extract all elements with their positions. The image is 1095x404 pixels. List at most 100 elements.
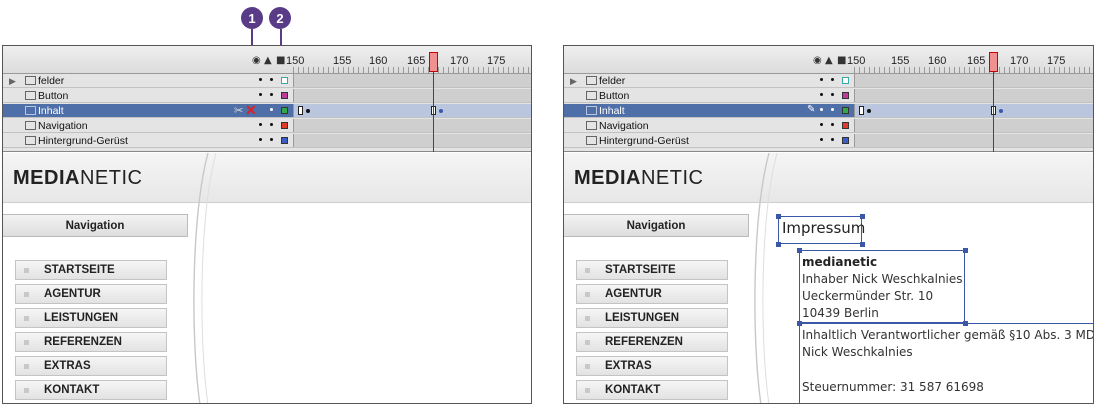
nav-item-leistungen[interactable]: LEISTUNGEN bbox=[15, 308, 167, 328]
visible-dot[interactable] bbox=[820, 93, 823, 96]
layer-row-felder[interactable]: ▶ felder bbox=[3, 74, 531, 88]
lock-dot[interactable] bbox=[270, 93, 273, 96]
lock-dot[interactable] bbox=[831, 108, 834, 111]
layer-row-hintergrund[interactable]: Hintergrund-Gerüst bbox=[564, 134, 1093, 148]
layer-frames[interactable] bbox=[854, 74, 1093, 87]
lock-dot[interactable] bbox=[270, 108, 273, 111]
layer-row-inhalt[interactable]: Inhalt ✂ ✕ bbox=[3, 102, 531, 119]
visible-dot[interactable] bbox=[820, 78, 823, 81]
outline-icon[interactable]: ■ bbox=[276, 55, 285, 66]
layer-color-swatch[interactable] bbox=[842, 122, 849, 129]
layer-color-swatch[interactable] bbox=[281, 122, 288, 129]
resize-handle[interactable] bbox=[797, 248, 802, 253]
layer-row-inhalt[interactable]: Inhalt ✎ bbox=[564, 104, 1093, 118]
visible-dot[interactable] bbox=[259, 138, 262, 141]
eye-icon[interactable]: ◉ bbox=[252, 55, 261, 66]
layer-frames[interactable] bbox=[293, 74, 531, 87]
keyframe-dot[interactable] bbox=[306, 109, 310, 113]
layer-color-swatch[interactable] bbox=[842, 107, 849, 114]
layer-color-swatch[interactable] bbox=[842, 137, 849, 144]
playhead[interactable] bbox=[989, 52, 998, 72]
lock-dot[interactable] bbox=[270, 138, 273, 141]
nav-item-referenzen[interactable]: REFERENZEN bbox=[15, 332, 167, 352]
eye-icon[interactable]: ◉ bbox=[813, 55, 822, 66]
layer-frames[interactable] bbox=[854, 119, 1093, 132]
nav-item-extras[interactable]: EXTRAS bbox=[15, 356, 167, 376]
nav-item-startseite[interactable]: STARTSEITE bbox=[15, 260, 167, 280]
visible-dot[interactable] bbox=[259, 123, 262, 126]
bullet-icon bbox=[585, 268, 590, 273]
layer-row-navigation[interactable]: Navigation bbox=[564, 119, 1093, 133]
hidden-icon[interactable]: ✂ bbox=[234, 104, 243, 117]
nav-item-extras[interactable]: EXTRAS bbox=[576, 356, 728, 376]
impressum-heading[interactable]: Impressum bbox=[782, 220, 865, 237]
layer-frames[interactable] bbox=[854, 104, 1093, 117]
nav-item-agentur[interactable]: AGENTUR bbox=[15, 284, 167, 304]
nav-item-kontakt[interactable]: KONTAKT bbox=[576, 380, 728, 400]
frame-ruler[interactable] bbox=[854, 67, 1090, 73]
layer-name: Navigation bbox=[586, 120, 649, 132]
site-logo[interactable]: MEDIANETIC bbox=[574, 167, 703, 190]
layer-frames[interactable] bbox=[293, 119, 531, 132]
playhead[interactable] bbox=[429, 52, 438, 72]
lock-icon[interactable]: ▲ bbox=[825, 55, 833, 66]
layer-color-swatch[interactable] bbox=[281, 92, 288, 99]
lock-dot[interactable] bbox=[270, 78, 273, 81]
nav-heading: Navigation bbox=[564, 214, 749, 237]
layer-frames[interactable] bbox=[293, 104, 531, 117]
nav-item-kontakt[interactable]: KONTAKT bbox=[15, 380, 167, 400]
layer-row-button[interactable]: Button bbox=[3, 89, 531, 103]
nav-item-leistungen[interactable]: LEISTUNGEN bbox=[576, 308, 728, 328]
frame-ruler[interactable] bbox=[293, 67, 529, 73]
ruler-label: 170 bbox=[450, 55, 469, 67]
expand-icon[interactable]: ▶ bbox=[9, 76, 16, 87]
layer-color-swatch[interactable] bbox=[281, 77, 288, 84]
keyframe[interactable] bbox=[298, 106, 303, 115]
callout-2: 2 bbox=[269, 7, 291, 29]
layer-color-swatch[interactable] bbox=[842, 92, 849, 99]
pencil-icon[interactable]: ✎ bbox=[807, 104, 815, 115]
outline-icon[interactable]: ■ bbox=[837, 55, 846, 66]
lock-dot[interactable] bbox=[831, 78, 834, 81]
visible-dot[interactable] bbox=[259, 78, 262, 81]
lock-dot[interactable] bbox=[831, 123, 834, 126]
lock-icon[interactable]: ▲ bbox=[264, 55, 272, 66]
keyframe-dot[interactable] bbox=[439, 109, 443, 113]
lock-dot[interactable] bbox=[831, 93, 834, 96]
ruler-label: 155 bbox=[333, 55, 352, 67]
layer-row-button[interactable]: Button bbox=[564, 89, 1093, 103]
visible-dot[interactable] bbox=[259, 93, 262, 96]
nav-item-referenzen[interactable]: REFERENZEN bbox=[576, 332, 728, 352]
ruler-label: 150 bbox=[286, 55, 305, 67]
layer-row-hintergrund[interactable]: Hintergrund-Gerüst bbox=[3, 134, 531, 148]
nav-item-agentur[interactable]: AGENTUR bbox=[576, 284, 728, 304]
resize-handle[interactable] bbox=[776, 214, 781, 219]
lock-dot[interactable] bbox=[270, 123, 273, 126]
layer-frames[interactable] bbox=[293, 89, 531, 102]
layer-frames[interactable] bbox=[854, 134, 1093, 147]
layer-color-swatch[interactable] bbox=[281, 137, 288, 144]
expand-icon[interactable]: ▶ bbox=[570, 76, 577, 87]
layer-color-swatch[interactable] bbox=[281, 107, 288, 114]
resize-handle[interactable] bbox=[860, 242, 865, 247]
nav-label: EXTRAS bbox=[605, 360, 652, 372]
visible-dot[interactable] bbox=[820, 138, 823, 141]
keyframe-dot[interactable] bbox=[867, 109, 871, 113]
lock-dot[interactable] bbox=[831, 138, 834, 141]
nav-label: STARTSEITE bbox=[44, 264, 115, 276]
layer-row-felder[interactable]: ▶ felder bbox=[564, 74, 1093, 88]
layer-color-swatch[interactable] bbox=[842, 77, 849, 84]
layer-row-navigation[interactable]: Navigation bbox=[3, 119, 531, 133]
visible-dot[interactable] bbox=[820, 108, 823, 111]
layer-frames[interactable] bbox=[854, 89, 1093, 102]
layer-name: Hintergrund-Gerüst bbox=[25, 135, 128, 147]
nav-item-startseite[interactable]: STARTSEITE bbox=[576, 260, 728, 280]
keyframe-dot[interactable] bbox=[999, 109, 1003, 113]
resize-handle[interactable] bbox=[963, 248, 968, 253]
resize-handle[interactable] bbox=[776, 242, 781, 247]
keyframe[interactable] bbox=[859, 106, 864, 115]
site-logo[interactable]: MEDIANETIC bbox=[13, 167, 142, 190]
layer-frames[interactable] bbox=[293, 134, 531, 147]
delete-x-icon[interactable]: ✕ bbox=[245, 102, 257, 119]
visible-dot[interactable] bbox=[820, 123, 823, 126]
